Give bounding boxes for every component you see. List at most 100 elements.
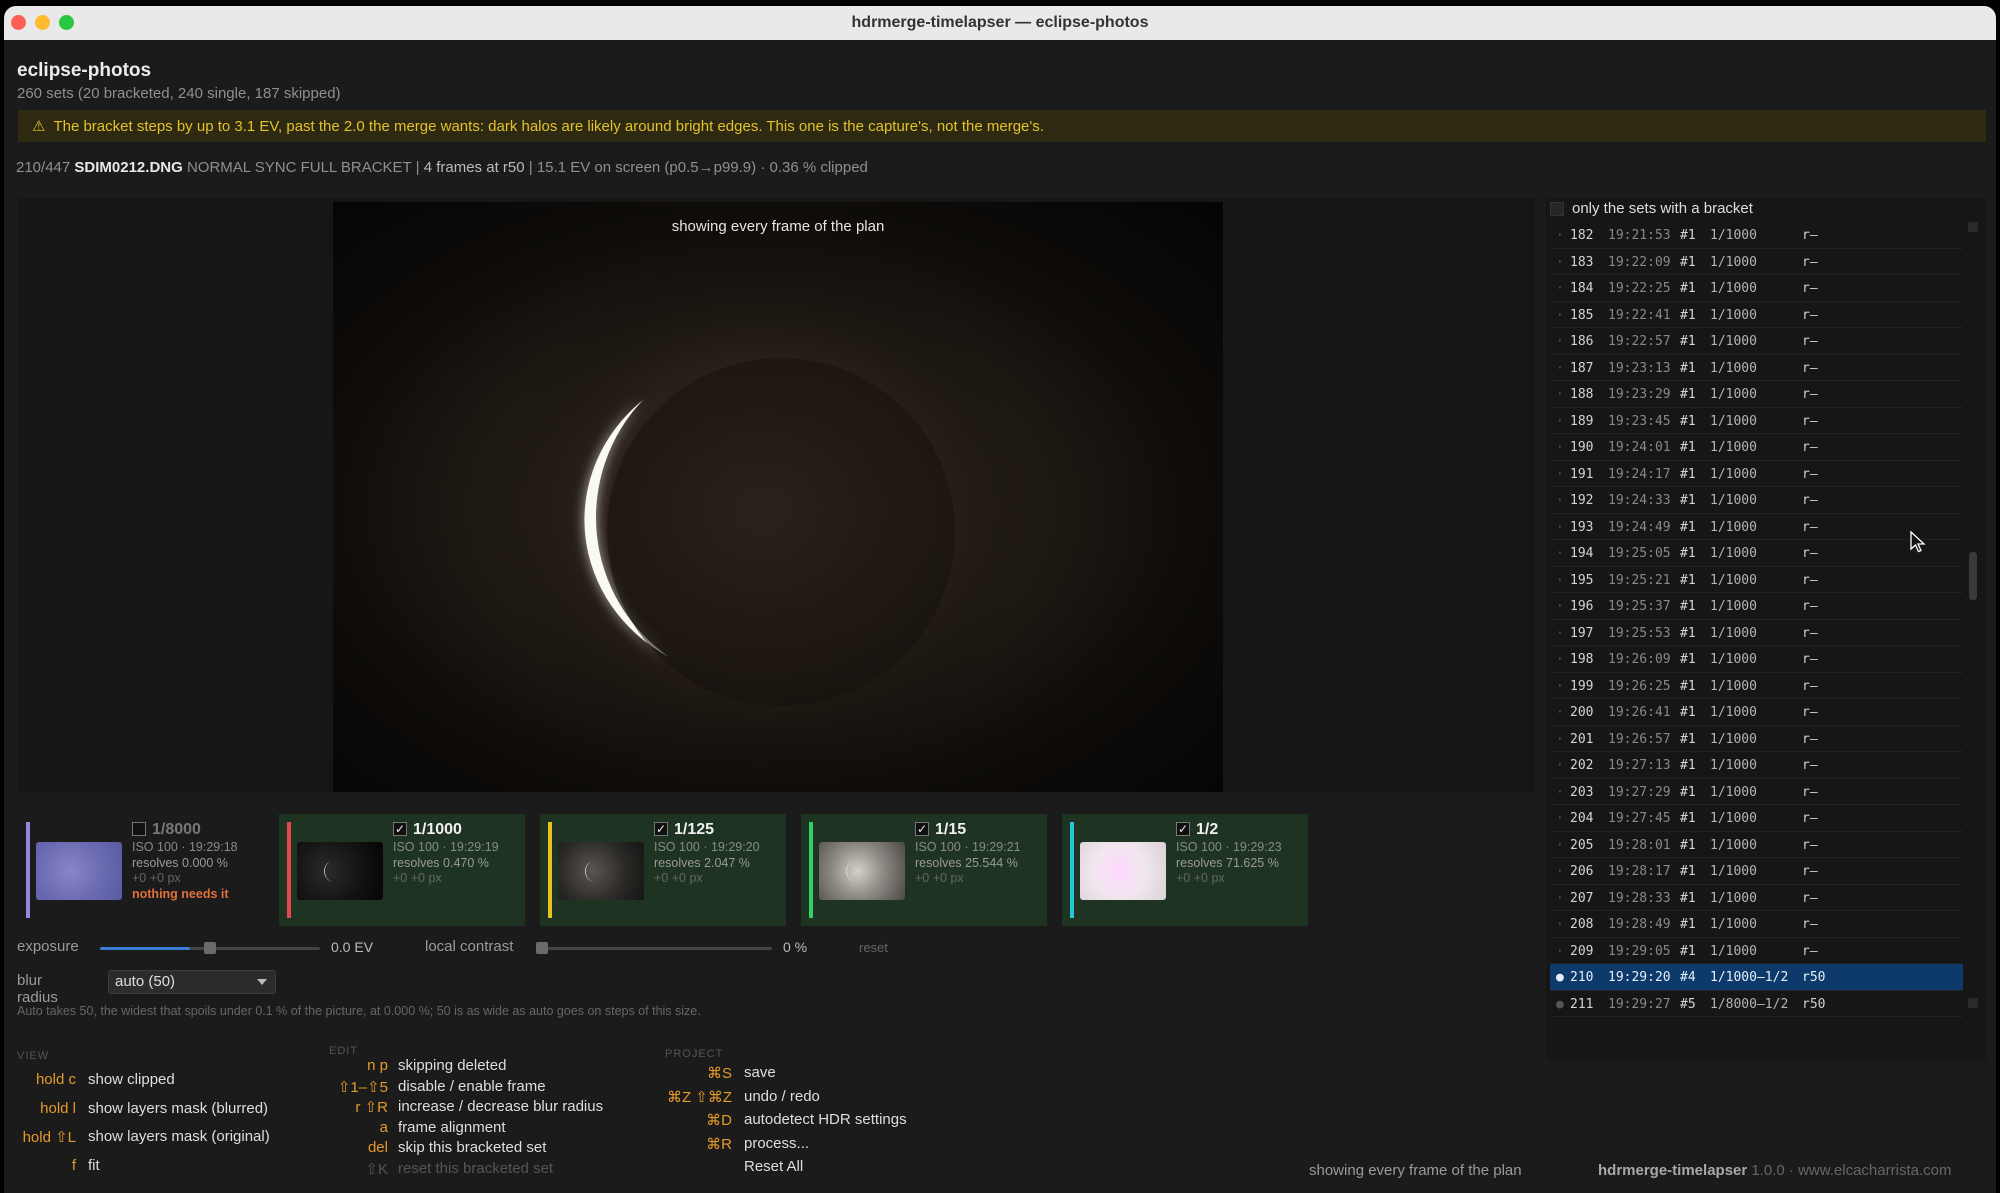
image-viewer[interactable]: showing every frame of the plan <box>18 198 1535 792</box>
set-dot: · <box>1556 440 1564 455</box>
set-row[interactable]: · 202 19:27:13 #1 1/1000 r– <box>1550 752 1963 779</box>
scroll-thumb[interactable] <box>1969 552 1977 600</box>
set-number: 205 <box>1570 837 1594 853</box>
set-row[interactable]: · 189 19:23:45 #1 1/1000 r– <box>1550 408 1963 434</box>
set-row[interactable]: · 208 19:28:49 #1 1/1000 r– <box>1550 911 1963 938</box>
set-frame-count: #1 <box>1680 917 1696 932</box>
set-number: 209 <box>1570 943 1594 959</box>
bracket-frame[interactable]: 1/8000 ISO 100 · 19:29:18 resolves 0.000 %… <box>18 814 264 926</box>
set-row[interactable]: · 190 19:24:01 #1 1/1000 r– <box>1550 434 1963 461</box>
set-shutter: 1/1000 <box>1710 360 1757 376</box>
scroll-down-arrow[interactable] <box>1968 998 1978 1008</box>
bracket-frame[interactable]: ✓ 1/1000 ISO 100 · 19:29:19 resolves 0.470 … <box>279 814 525 926</box>
bracket-frame[interactable]: ✓ 1/2 ISO 100 · 19:29:23 resolves 71.625 % +… <box>1062 814 1308 926</box>
set-row[interactable]: ● 211 19:29:27 #5 1/8000–1/2 r50 <box>1550 991 1963 1017</box>
set-row[interactable]: · 193 19:24:49 #1 1/1000 r– <box>1550 514 1963 540</box>
frame-enable-checkbox[interactable]: ✓ <box>1176 822 1190 836</box>
exposure-slider-handle[interactable] <box>204 942 216 954</box>
maximize-window-button[interactable] <box>59 15 74 30</box>
shortcut-action: skip this bracketed set <box>398 1139 547 1156</box>
frame-shutter: 1/15 <box>935 821 967 838</box>
set-shutter: 1/1000 <box>1710 890 1757 906</box>
frame-color-bar <box>1070 822 1074 918</box>
set-shutter: 1/1000 <box>1710 493 1757 508</box>
frame-iso-time: ISO 100 · 19:29:23 <box>1176 840 1282 854</box>
blur-radius-select[interactable]: auto (50) <box>108 970 276 994</box>
minimize-window-button[interactable] <box>35 15 50 30</box>
frame-enable-checkbox[interactable]: ✓ <box>393 822 407 836</box>
set-radius: r– <box>1802 228 1818 243</box>
set-dot: · <box>1556 413 1564 429</box>
set-shutter: 1/1000 <box>1710 811 1757 826</box>
set-row[interactable]: · 185 19:22:41 #1 1/1000 r– <box>1550 302 1963 328</box>
scroll-up-arrow[interactable] <box>1968 222 1978 232</box>
bracket-frames-strip: 1/8000 ISO 100 · 19:29:18 resolves 0.000 %… <box>18 814 1318 926</box>
set-radius: r– <box>1802 864 1818 879</box>
status-message: showing every frame of the plan <box>1309 1162 1522 1179</box>
set-row[interactable]: · 191 19:24:17 #1 1/1000 r– <box>1550 461 1963 487</box>
set-row[interactable]: · 204 19:27:45 #1 1/1000 r– <box>1550 805 1963 832</box>
eclipse-photo[interactable]: showing every frame of the plan <box>333 202 1223 792</box>
set-radius: r– <box>1802 705 1818 720</box>
set-row[interactable]: · 201 19:26:57 #1 1/1000 r– <box>1550 726 1963 752</box>
set-list-scrollbar[interactable] <box>1966 222 1980 1012</box>
shortcut-key: hold ⇧L <box>22 1129 76 1146</box>
set-row[interactable]: · 209 19:29:05 #1 1/1000 r– <box>1550 938 1963 964</box>
set-radius: r– <box>1802 837 1818 853</box>
set-frame-count: #1 <box>1680 890 1696 906</box>
bracket-filter-checkbox[interactable] <box>1550 202 1564 216</box>
set-row[interactable]: · 192 19:24:33 #1 1/1000 r– <box>1550 487 1963 514</box>
set-row[interactable]: · 184 19:22:25 #1 1/1000 r– <box>1550 275 1963 302</box>
frame-enable-checkbox[interactable]: ✓ <box>915 822 929 836</box>
bracket-frame[interactable]: ✓ 1/15 ISO 100 · 19:29:21 resolves 25.544 %… <box>801 814 1047 926</box>
exposure-slider[interactable] <box>100 942 320 954</box>
set-shutter: 1/1000 <box>1710 917 1757 932</box>
set-frame-count: #1 <box>1680 652 1696 667</box>
set-row[interactable]: · 187 19:23:13 #1 1/1000 r– <box>1550 355 1963 381</box>
local-contrast-slider[interactable] <box>536 942 772 954</box>
local-contrast-slider-handle[interactable] <box>536 942 548 954</box>
set-row[interactable]: · 206 19:28:17 #1 1/1000 r– <box>1550 858 1963 885</box>
adjustments-row: exposure 0.0 EV local contrast 0 % reset <box>4 937 1004 961</box>
set-row[interactable]: · 194 19:25:05 #1 1/1000 r– <box>1550 540 1963 567</box>
set-row[interactable]: · 188 19:23:29 #1 1/1000 r– <box>1550 381 1963 408</box>
bracket-frame[interactable]: ✓ 1/125 ISO 100 · 19:29:20 resolves 2.047 %… <box>540 814 786 926</box>
set-radius: r– <box>1802 360 1818 376</box>
set-dot: · <box>1556 943 1564 959</box>
set-dot: · <box>1556 387 1564 402</box>
frame-enable-checkbox[interactable]: ✓ <box>654 822 668 836</box>
set-row[interactable]: · 200 19:26:41 #1 1/1000 r– <box>1550 699 1963 726</box>
set-row[interactable]: · 195 19:25:21 #1 1/1000 r– <box>1550 567 1963 593</box>
set-number: 201 <box>1570 731 1594 747</box>
set-radius: r50 <box>1802 996 1826 1012</box>
set-row[interactable]: · 203 19:27:29 #1 1/1000 r– <box>1550 779 1963 805</box>
frame-thumbnail <box>36 842 122 900</box>
set-row[interactable]: · 186 19:22:57 #1 1/1000 r– <box>1550 328 1963 355</box>
set-row[interactable]: · 205 19:28:01 #1 1/1000 r– <box>1550 832 1963 858</box>
set-shutter: 1/1000 <box>1710 758 1757 773</box>
set-row[interactable]: · 182 19:21:53 #1 1/1000 r– <box>1550 222 1963 249</box>
set-row[interactable]: · 199 19:26:25 #1 1/1000 r– <box>1550 673 1963 699</box>
set-row[interactable]: · 196 19:25:37 #1 1/1000 r– <box>1550 593 1963 620</box>
set-frame-count: #1 <box>1680 705 1696 720</box>
reset-adjustments-button[interactable]: reset <box>859 940 888 955</box>
set-time: 19:25:05 <box>1608 546 1671 561</box>
set-number: 196 <box>1570 599 1594 614</box>
set-row-selected[interactable]: ● 210 19:29:20 #4 1/1000–1/2 r50 <box>1550 964 1963 991</box>
set-row[interactable]: · 198 19:26:09 #1 1/1000 r– <box>1550 646 1963 673</box>
shortcut-key: ⌘Z ⇧⌘Z <box>666 1088 732 1106</box>
set-row[interactable]: · 183 19:22:09 #1 1/1000 r– <box>1550 249 1963 275</box>
shortcut-action[interactable]: Reset All <box>744 1158 803 1175</box>
set-radius: r– <box>1802 625 1818 641</box>
set-time: 19:28:17 <box>1608 864 1671 879</box>
set-radius: r50 <box>1802 970 1826 985</box>
set-shutter: 1/1000 <box>1710 705 1757 720</box>
set-row[interactable]: · 207 19:28:33 #1 1/1000 r– <box>1550 885 1963 911</box>
set-dot: · <box>1556 731 1564 747</box>
close-window-button[interactable] <box>11 15 26 30</box>
frame-thumbnail <box>819 842 905 900</box>
frame-enable-checkbox[interactable] <box>132 822 146 836</box>
set-row[interactable]: · 197 19:25:53 #1 1/1000 r– <box>1550 620 1963 646</box>
set-number: 190 <box>1570 440 1594 455</box>
shortcut-key: a <box>379 1118 388 1136</box>
